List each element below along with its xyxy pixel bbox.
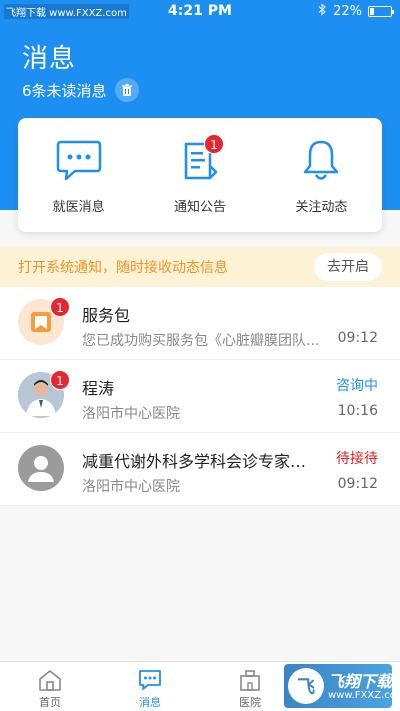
message-subtitle: 洛阳市中心医院 — [82, 479, 180, 495]
notice-document-icon: 1 — [176, 134, 224, 184]
consult-status: 咨询中 — [336, 378, 378, 394]
message-subtitle: 洛阳市中心医院 — [82, 406, 180, 422]
home-icon — [39, 670, 61, 691]
watermark-title: 飞翔下载 — [328, 672, 393, 691]
consult-status: 待接待 — [336, 451, 378, 467]
entry-follow-updates[interactable]: 关注动态 — [261, 118, 382, 232]
tab-label: 消息 — [139, 696, 161, 709]
watermark-logo: 飞 — [288, 668, 324, 704]
entry-announcements[interactable]: 1 通知公告 — [139, 118, 260, 232]
bluetooth-icon — [318, 3, 327, 20]
bell-icon — [297, 138, 345, 184]
message-time: 10:16 — [337, 403, 378, 419]
tab-messages[interactable]: 消息 — [100, 662, 200, 711]
enable-notifications-button[interactable]: 去开启 — [314, 253, 382, 281]
entry-label: 关注动态 — [295, 200, 348, 215]
tab-label: 医院 — [239, 696, 261, 709]
message-time: 09:12 — [337, 476, 378, 492]
trash-icon — [121, 83, 132, 96]
entry-label: 通知公告 — [173, 200, 226, 215]
clear-unread-button[interactable] — [114, 78, 139, 102]
entry-label: 就医消息 — [52, 200, 105, 215]
hospital-icon — [240, 670, 260, 691]
notice-badge: 1 — [203, 134, 224, 154]
message-title: 程涛 — [82, 379, 115, 398]
watermark-url: www.FXXZ.com — [328, 690, 400, 701]
list-item[interactable]: 1 程涛 洛阳市中心医院 咨询中 10:16 — [0, 360, 400, 433]
notification-prompt: 打开系统通知，随时接收动态信息 去开启 — [0, 247, 400, 287]
quick-entry-card: 就医消息 1 通知公告 关注动态 — [18, 118, 382, 232]
message-icon — [139, 670, 161, 690]
message-list: 1 服务包 您已成功购买服务包《心脏瓣膜团队... 09:12 1 程涛 洛阳市… — [0, 287, 400, 506]
message-subtitle: 您已成功购买服务包《心脏瓣膜团队... — [82, 333, 320, 349]
watermark: 飞 飞翔下载 www.FXXZ.com — [284, 664, 400, 708]
tab-label: 首页 — [39, 696, 61, 709]
unread-count: 6条未读消息 — [22, 81, 107, 100]
chat-bubble-icon — [55, 138, 103, 184]
battery-percent: 22% — [333, 4, 362, 19]
tab-home[interactable]: 首页 — [0, 662, 100, 711]
list-item[interactable]: 1 服务包 您已成功购买服务包《心脏瓣膜团队... 09:12 — [0, 287, 400, 360]
page-title: 消息 — [22, 44, 77, 74]
list-item[interactable]: 减重代谢外科多学科会诊专家团... 洛阳市中心医院 待接待 09:12 — [0, 433, 400, 506]
default-user-icon — [18, 445, 64, 491]
notify-text: 打开系统通知，随时接收动态信息 — [18, 260, 228, 276]
unread-row: 6条未读消息 — [22, 78, 139, 102]
message-time: 09:12 — [337, 330, 378, 346]
unread-badge: 1 — [50, 297, 70, 317]
entry-medical-messages[interactable]: 就医消息 — [18, 118, 139, 232]
unread-badge: 1 — [50, 370, 70, 390]
message-title: 减重代谢外科多学科会诊专家团... — [82, 452, 314, 471]
battery-icon — [368, 6, 394, 17]
status-right: 22% — [318, 3, 394, 20]
status-bar: 飞翔下载 www.FXXZ.com 4:21 PM 22% — [0, 0, 400, 24]
message-title: 服务包 — [82, 306, 131, 325]
